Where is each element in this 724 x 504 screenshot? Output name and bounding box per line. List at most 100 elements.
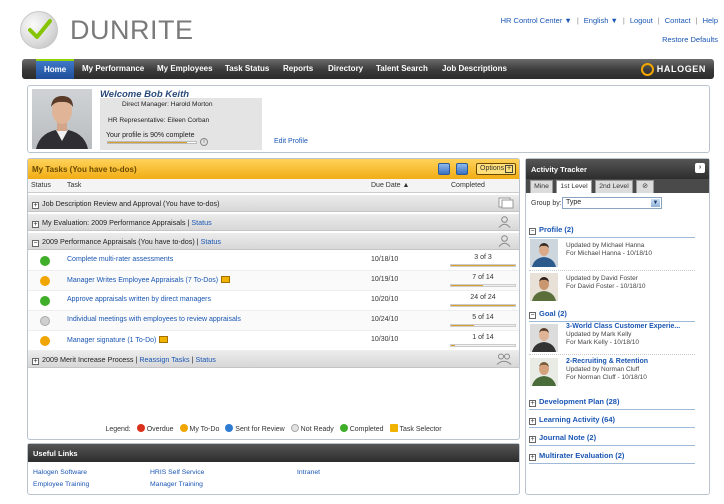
expand-plus-icon[interactable]: + (529, 418, 536, 425)
profile-complete-text: Your profile is 90% complete (106, 132, 195, 139)
link-halogen-software[interactable]: Halogen Software (33, 469, 87, 476)
info-icon[interactable]: i (200, 138, 208, 146)
link-intranet[interactable]: Intranet (297, 469, 320, 476)
save-icon[interactable] (438, 163, 450, 175)
activity-item-text: Updated by David Foster For David Foster… (566, 275, 646, 290)
task-row[interactable]: Approve appraisals written by direct man… (28, 291, 519, 311)
status-link[interactable]: Status (201, 237, 221, 246)
section-goal[interactable]: − Goal (2) (529, 309, 695, 322)
expand-plus-icon[interactable]: + (529, 400, 536, 407)
activity-item-text: 3-World Class Customer Experie... Update… (566, 323, 681, 346)
task-link[interactable]: Approve appraisals written by direct man… (67, 296, 211, 303)
expand-plus-icon[interactable]: + (529, 436, 536, 443)
tab-mine[interactable]: Mine (530, 180, 553, 193)
task-link[interactable]: Manager signature (1 To-Do) (67, 336, 169, 344)
tab-2nd-level[interactable]: 2nd Level (595, 180, 633, 193)
group-label: 2009 Performance Appraisals (You have to… (42, 237, 195, 246)
document-icon[interactable] (456, 163, 468, 175)
completed-status-icon (40, 296, 50, 306)
expand-plus-icon[interactable]: + (32, 358, 39, 365)
expand-plus-icon[interactable]: + (529, 454, 536, 461)
contact-link[interactable]: Contact (665, 16, 691, 25)
task-group-job-description[interactable]: + Job Description Review and Approval (Yo… (28, 195, 519, 212)
collapse-minus-icon[interactable]: − (529, 312, 536, 319)
link-employee-training[interactable]: Employee Training (33, 481, 89, 488)
task-link[interactable]: Individual meetings with employees to re… (67, 316, 241, 323)
expand-plus-icon[interactable]: + (32, 221, 39, 228)
collapse-minus-icon[interactable]: − (529, 228, 536, 235)
task-progress-fill (451, 345, 456, 346)
hr-control-center-link[interactable]: HR Control Center ▼ (501, 16, 572, 25)
section-development-plan[interactable]: + Development Plan (28) (529, 397, 695, 410)
legend-overdue: Overdue (146, 426, 174, 433)
legend-completed: Completed (349, 426, 384, 433)
reassign-tasks-link[interactable]: Reassign Tasks (139, 355, 189, 364)
task-link[interactable]: Manager Writes Employee Appraisals (7 To… (67, 276, 231, 284)
useful-links-title: Useful Links (33, 449, 78, 458)
task-group-2009-appraisals[interactable]: −2009 Performance Appraisals (You have t… (28, 233, 519, 250)
task-group-2009-merit[interactable]: +2009 Merit Increase Process | Reassign … (28, 351, 519, 368)
task-progress-fill (451, 265, 515, 266)
task-group-my-evaluation[interactable]: + My Evaluation: 2009 Performance Apprais… (28, 214, 519, 231)
expand-plus-icon[interactable]: + (32, 202, 39, 209)
nav-talent-search[interactable]: Talent Search (376, 59, 428, 79)
tab-1st-level[interactable]: 1st Level (556, 180, 592, 193)
activity-item-text: Updated by Michael Hanna For Michael Han… (566, 242, 652, 257)
task-selector-icon[interactable] (159, 336, 169, 343)
logo-check-icon (28, 19, 52, 39)
direct-manager-text: Direct Manager: Harold Morton (122, 101, 213, 108)
task-progress-bar (450, 264, 516, 267)
status-link[interactable]: Status (195, 355, 215, 364)
collapse-minus-icon[interactable]: − (32, 240, 39, 247)
profile-progress-fill (108, 142, 188, 143)
task-row[interactable]: Complete multi-rater assessments 10/18/1… (28, 251, 519, 271)
tasks-title: My Tasks (You have to-dos) (32, 165, 137, 174)
logout-link[interactable]: Logout (630, 16, 653, 25)
nav-reports[interactable]: Reports (283, 59, 313, 79)
task-row[interactable]: Individual meetings with employees to re… (28, 311, 519, 331)
link-hris-self-service[interactable]: HRIS Self Service (150, 469, 204, 476)
nav-my-employees[interactable]: My Employees (157, 59, 213, 79)
task-row[interactable]: Manager Writes Employee Appraisals (7 To… (28, 271, 519, 291)
task-progress-fill (451, 325, 475, 326)
search-icon: ⊘ (642, 183, 648, 190)
nav-job-descriptions[interactable]: Job Descriptions (442, 59, 507, 79)
activity-tracker-title: Activity Tracker (531, 165, 587, 174)
column-header-due-date[interactable]: Due Date ▲ (371, 182, 409, 189)
task-completed-count: 24 of 24 (470, 294, 496, 301)
legend-sent-for-review: Sent for Review (235, 426, 285, 433)
task-due-date: 10/19/10 (371, 276, 399, 283)
nav-my-performance[interactable]: My Performance (82, 59, 144, 79)
help-link[interactable]: Help (703, 16, 718, 25)
tab-search[interactable]: ⊘ (636, 180, 654, 193)
nav-home[interactable]: Home (36, 59, 75, 79)
section-journal-note[interactable]: + Journal Note (2) (529, 433, 695, 446)
collapse-arrow-icon[interactable]: › (695, 163, 705, 173)
task-link[interactable]: Complete multi-rater assessments (67, 256, 173, 263)
goal-title-link[interactable]: 3-World Class Customer Experie... (566, 323, 680, 331)
goal-title-link[interactable]: 2-Recruiting & Retention (566, 358, 648, 366)
nav-task-status[interactable]: Task Status (225, 59, 269, 79)
section-profile[interactable]: − Profile (2) (529, 225, 695, 238)
group-by-value: Type (566, 199, 582, 206)
restore-defaults-link[interactable]: Restore Defaults (662, 35, 718, 44)
task-due-date: 10/30/10 (371, 336, 399, 343)
halogen-wordmark: HALOGEN (656, 64, 706, 74)
task-column-headers (28, 179, 519, 193)
column-header-task[interactable]: Task (67, 182, 81, 189)
group-by-select[interactable]: Type ▼ (562, 197, 662, 209)
nav-directory[interactable]: Directory (328, 59, 363, 79)
edit-profile-link[interactable]: Edit Profile (274, 138, 308, 145)
options-button[interactable]: Options + (476, 163, 516, 175)
task-row[interactable]: Manager signature (1 To-Do) 10/30/10 1 o… (28, 331, 519, 351)
section-multirater-evaluation[interactable]: + Multirater Evaluation (2) (529, 451, 695, 464)
task-selector-icon[interactable] (221, 276, 231, 283)
link-manager-training[interactable]: Manager Training (150, 481, 203, 488)
group-label: My Evaluation: 2009 Performance Appraisa… (42, 218, 186, 227)
section-learning-activity[interactable]: + Learning Activity (64) (529, 415, 695, 428)
column-header-status[interactable]: Status (31, 182, 51, 189)
status-link[interactable]: Status (191, 218, 211, 227)
column-header-completed[interactable]: Completed (451, 182, 485, 189)
language-link[interactable]: English ▼ (584, 16, 618, 25)
divider (529, 354, 695, 355)
